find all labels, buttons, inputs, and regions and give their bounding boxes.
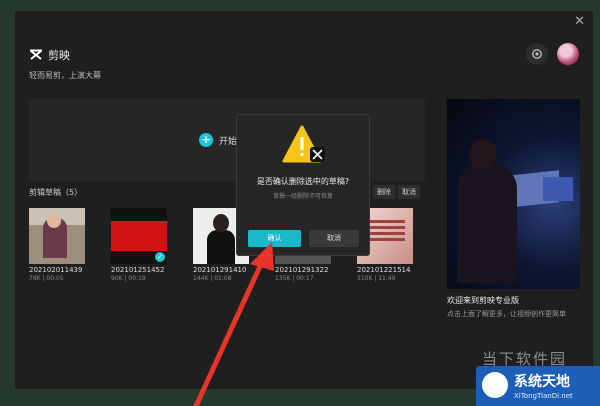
selected-check-icon[interactable]: ✓ — [155, 252, 165, 262]
site-logo-icon — [482, 372, 508, 398]
delete-drafts-button[interactable]: 删除 — [373, 185, 395, 199]
app-name: 剪映 — [48, 49, 70, 62]
close-button[interactable]: ✕ — [574, 14, 585, 30]
draft-name: 202101221514 — [357, 266, 411, 274]
draft-meta: 90K | 00:19 — [111, 275, 146, 282]
draft-name: 202101251452 — [111, 266, 165, 274]
draft-meta: 310K | 11:49 — [357, 275, 396, 282]
badge-url: XiTongTianDi.net — [514, 392, 573, 400]
app-slogan: 轻而易剪，上演大幕 — [29, 71, 101, 80]
confirm-button[interactable]: 确认 — [248, 230, 301, 247]
draft-meta: 78K | 00:05 — [29, 275, 64, 282]
draft-meta: 144K | 01:08 — [193, 275, 232, 282]
draft-thumbnail[interactable]: ✓ — [111, 208, 167, 264]
gear-icon — [532, 49, 542, 59]
app-logo: 剪映 — [29, 47, 70, 63]
draft-meta: 135K | 00:17 — [275, 275, 314, 282]
cancel-button[interactable]: 取消 — [309, 230, 359, 247]
draft-item[interactable]: 202102011439 78K | 00:05 — [29, 208, 85, 282]
promo-image[interactable] — [447, 99, 580, 289]
draft-actions: 删除 取消 — [373, 185, 420, 199]
draft-item[interactable]: ✓ 202101251452 90K | 00:19 — [111, 208, 167, 282]
settings-button[interactable] — [526, 43, 548, 65]
draft-name: 202102011439 — [29, 266, 83, 274]
dialog-title: 是否确认删除选中的草稿? — [256, 177, 350, 186]
user-avatar[interactable] — [557, 43, 579, 65]
watermark-badge: 系统天地 XiTongTianDi.net — [476, 366, 600, 406]
badge-title: 系统天地 — [514, 374, 570, 390]
promo-title: 欢迎来到剪映专业版 — [447, 296, 519, 305]
drafts-title: 剪辑草稿（5） — [29, 188, 83, 197]
draft-name: 202101291322 — [275, 266, 329, 274]
plus-icon: + — [198, 133, 213, 147]
draft-name: 202101291410 — [193, 266, 247, 274]
dialog-subtitle: 草稿一经删除不可恢复 — [272, 193, 333, 200]
capcut-logo-icon — [30, 49, 42, 60]
warning-icon — [282, 125, 325, 163]
delete-confirm-dialog: 是否确认删除选中的草稿? 草稿一经删除不可恢复 确认 取消 — [236, 114, 370, 256]
draft-thumbnail[interactable] — [29, 208, 85, 264]
promo-description: 点击上面了解更多，让视频创作更简单 — [447, 310, 566, 318]
cancel-selection-button[interactable]: 取消 — [398, 185, 420, 199]
